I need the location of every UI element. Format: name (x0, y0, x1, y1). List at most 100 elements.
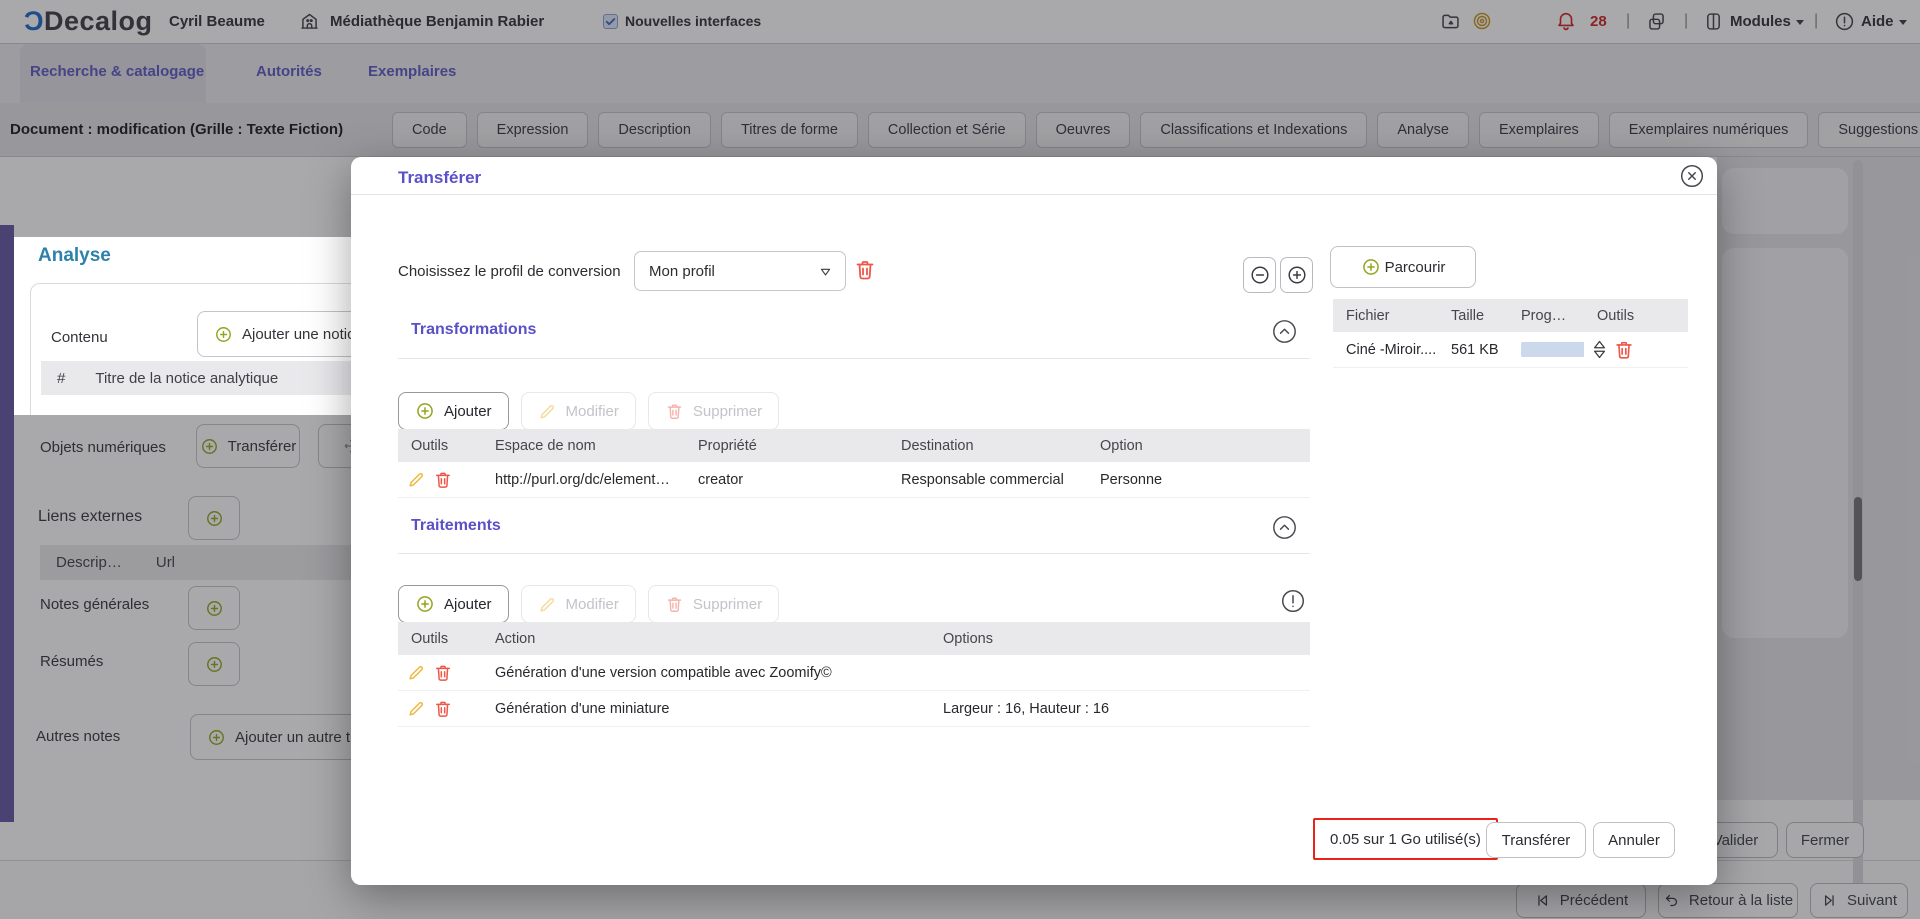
files-table-header: Fichier Taille Prog… Outils (1333, 299, 1688, 332)
edit-pencil-icon[interactable] (407, 470, 426, 489)
file-progress-bar (1521, 342, 1584, 357)
traitement-row: Génération d'une miniature Largeur : 16,… (398, 691, 1310, 727)
traitements-info-icon[interactable] (1280, 588, 1306, 614)
file-row: Ciné -Miroir.... 561 KB (1333, 332, 1688, 368)
expand-all-button[interactable] (1280, 257, 1313, 293)
add-notice-label: Ajouter une notice (242, 325, 363, 343)
traitement-action: Génération d'une version compatible avec… (495, 664, 832, 681)
transformation-namespace: http://purl.org/dc/element… (495, 471, 670, 488)
file-tools-cell (1584, 339, 1688, 361)
collapse-all-button[interactable] (1243, 257, 1276, 293)
app-root: ƆDecalog Cyril Beaume Médiathèque Benjam… (0, 0, 1920, 919)
delete-trash-icon[interactable] (433, 699, 453, 719)
file-reorder-control[interactable] (1593, 340, 1606, 359)
storage-quota-indicator: 0.05 sur 1 Go utilisé(s) (1313, 818, 1498, 860)
transformations-toolbar: Ajouter Modifier Supprimer (398, 392, 780, 430)
profile-label: Choisissez le profil de conversion (398, 263, 621, 280)
parcourir-button[interactable]: Parcourir (1330, 246, 1476, 288)
profile-select-value: Mon profil (649, 262, 715, 280)
col-propriete: Propriété (698, 437, 757, 454)
files-col-progression: Prog… (1521, 307, 1567, 324)
profile-select[interactable]: Mon profil (634, 251, 846, 291)
minus-circle-icon (1249, 264, 1271, 286)
file-size: 561 KB (1451, 341, 1499, 358)
transformation-row: http://purl.org/dc/element… creator Resp… (398, 462, 1310, 498)
files-col-taille: Taille (1451, 307, 1485, 324)
parcourir-label: Parcourir (1384, 258, 1446, 276)
modal-annuler-button[interactable]: Annuler (1593, 822, 1675, 858)
transformation-property: creator (698, 471, 744, 488)
transformation-destination: Responsable commercial (901, 471, 1064, 488)
traitements-add-button[interactable]: Ajouter (398, 585, 509, 623)
transformations-add-button[interactable]: Ajouter (398, 392, 509, 430)
transfer-modal: Transférer Choisissez le profil de conve… (351, 157, 1717, 885)
plus-circle-icon (1361, 257, 1381, 277)
col-options: Options (943, 630, 993, 647)
transformations-delete-button[interactable]: Supprimer (647, 392, 780, 430)
storage-quota-text: 0.05 sur 1 Go utilisé(s) (1330, 830, 1481, 848)
files-col-fichier: Fichier (1346, 307, 1390, 324)
edit-label: Modifier (565, 595, 619, 613)
add-label: Ajouter (444, 402, 492, 420)
delete-label: Supprimer (692, 595, 763, 613)
delete-label: Supprimer (692, 402, 763, 420)
edit-label: Modifier (565, 402, 619, 420)
col-outils: Outils (411, 437, 449, 454)
add-label: Ajouter (444, 595, 492, 613)
collapse-transformations-icon[interactable] (1271, 318, 1298, 345)
col-action: Action (495, 630, 536, 647)
pencil-icon (538, 402, 557, 421)
file-progress-cell (1508, 342, 1584, 357)
file-name: Ciné -Miroir.... (1346, 341, 1437, 358)
select-caret-icon (818, 264, 833, 279)
traitements-toolbar: Ajouter Modifier Supprimer (398, 585, 780, 623)
row-tools (398, 663, 482, 683)
transformations-table: Outils Espace de nom Propriété Destinati… (398, 429, 1310, 498)
plus-circle-icon (415, 401, 435, 421)
analyse-section-title: Analyse (38, 245, 111, 266)
traitements-divider (398, 553, 1310, 554)
traitements-table-header: Outils Action Options (398, 622, 1310, 655)
transformations-edit-button[interactable]: Modifier (520, 392, 636, 430)
modal-transferer-label: Transférer (1501, 831, 1571, 849)
delete-profile-trash-icon[interactable] (853, 258, 877, 282)
triangle-up-icon (1593, 340, 1606, 349)
transformations-title: Transformations (411, 321, 537, 338)
pencil-icon (538, 595, 557, 614)
modal-annuler-label: Annuler (1608, 831, 1660, 849)
collapse-traitements-icon[interactable] (1271, 514, 1298, 541)
col-espace-de-nom: Espace de nom (495, 437, 596, 454)
traitement-action: Génération d'une miniature (495, 700, 670, 717)
traitement-row: Génération d'une version compatible avec… (398, 655, 1310, 691)
traitements-delete-button[interactable]: Supprimer (647, 585, 780, 623)
files-table: Fichier Taille Prog… Outils Ciné -Miroir… (1333, 299, 1688, 368)
delete-file-trash-icon[interactable] (1613, 339, 1635, 361)
delete-trash-icon[interactable] (433, 470, 453, 490)
transformations-divider (398, 358, 1310, 359)
notice-col-num: # (57, 369, 66, 387)
col-destination: Destination (901, 437, 974, 454)
files-col-outils: Outils (1597, 307, 1635, 324)
row-tools (398, 470, 482, 490)
triangle-down-icon (1593, 350, 1606, 359)
close-icon[interactable] (1679, 163, 1705, 189)
trash-icon (665, 595, 684, 614)
transformations-table-header: Outils Espace de nom Propriété Destinati… (398, 429, 1310, 462)
plus-circle-icon (415, 594, 435, 614)
row-tools (398, 699, 482, 719)
modal-transferer-button[interactable]: Transférer (1486, 822, 1586, 858)
plus-circle-icon (1286, 264, 1308, 286)
notice-col-title: Titre de la notice analytique (95, 369, 279, 387)
modal-title: Transférer (398, 168, 482, 187)
delete-trash-icon[interactable] (433, 663, 453, 683)
edit-pencil-icon[interactable] (407, 663, 426, 682)
col-outils: Outils (411, 630, 449, 647)
edit-pencil-icon[interactable] (407, 699, 426, 718)
traitements-table: Outils Action Options Génération d'une v… (398, 622, 1310, 727)
col-option: Option (1100, 437, 1143, 454)
trash-icon (665, 402, 684, 421)
plus-circle-icon (214, 325, 233, 344)
traitements-edit-button[interactable]: Modifier (520, 585, 636, 623)
transformation-option: Personne (1100, 471, 1163, 488)
modal-title-divider (351, 194, 1717, 195)
